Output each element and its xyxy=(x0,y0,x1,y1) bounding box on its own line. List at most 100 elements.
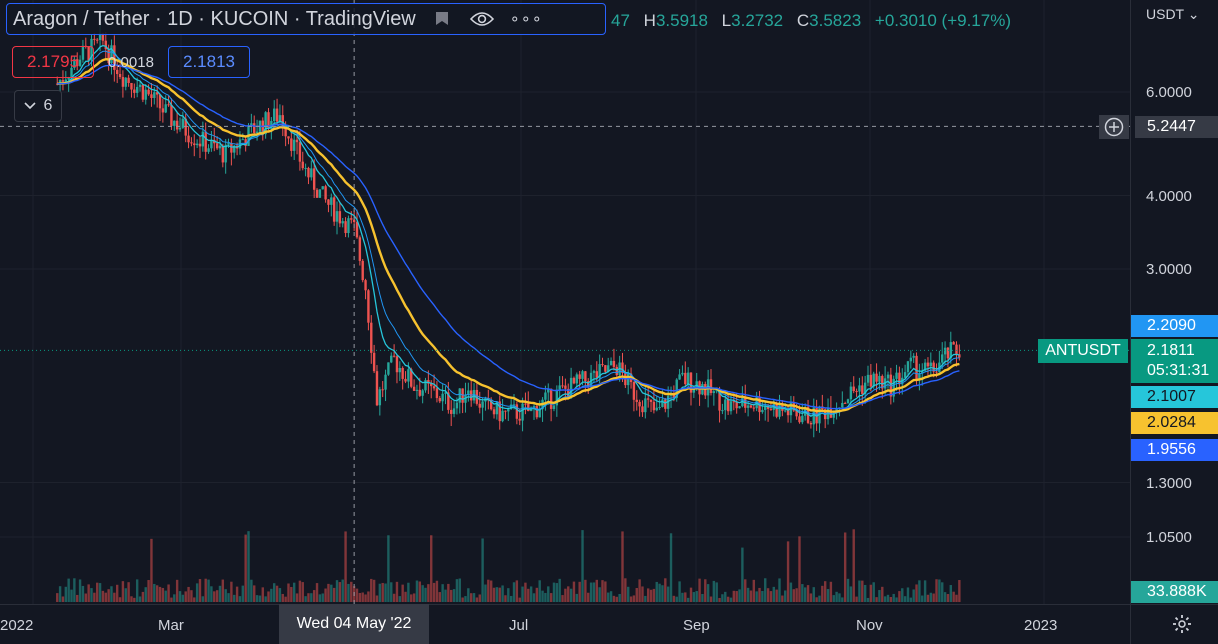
volume-bar xyxy=(410,594,413,602)
symbol-title[interactable]: Aragon / Tether · 1D · KUCOIN · TradingV… xyxy=(13,8,416,31)
volume-bar xyxy=(367,591,370,602)
volume-bar xyxy=(430,535,433,602)
candle-body xyxy=(652,401,656,411)
candle-body xyxy=(746,405,750,408)
volume-bar xyxy=(803,587,807,602)
volume-bar xyxy=(932,593,935,602)
indicators-collapse-button[interactable]: 6 xyxy=(14,90,62,122)
candle-body xyxy=(221,145,225,163)
volume-bar xyxy=(926,594,930,602)
volume-bar xyxy=(67,578,70,602)
indicator-value-blue[interactable]: 2.1813 xyxy=(168,46,250,78)
candle-body xyxy=(943,347,947,355)
volume-bar xyxy=(121,581,125,602)
volume-bar xyxy=(764,578,767,602)
volume-bar xyxy=(96,582,99,602)
volume-bar xyxy=(741,547,744,602)
candle-body xyxy=(347,218,350,234)
volume-bar xyxy=(555,583,559,602)
indicator-value-red[interactable]: 2.1795 xyxy=(12,46,94,78)
candle-body xyxy=(395,356,399,373)
volume-bar xyxy=(230,581,233,602)
candle-body xyxy=(858,385,861,392)
volume-bar xyxy=(407,582,410,602)
candle-body xyxy=(869,374,873,387)
volume-bar xyxy=(655,581,658,602)
volume-bar xyxy=(678,581,681,602)
candle-body xyxy=(181,118,185,128)
high-label: H xyxy=(643,11,656,30)
eye-icon[interactable] xyxy=(469,11,494,27)
volume-bar xyxy=(81,585,85,602)
symbol-legend[interactable]: Aragon / Tether · 1D · KUCOIN · TradingV… xyxy=(6,3,606,35)
last-price: 2.1811 xyxy=(1147,342,1195,359)
candle-body xyxy=(432,386,436,389)
volume-bar xyxy=(958,580,961,602)
volume-bar xyxy=(221,579,225,602)
volume-bar xyxy=(881,586,884,602)
price-chart[interactable] xyxy=(0,0,1218,644)
volume-bar xyxy=(578,581,581,602)
candle-body xyxy=(549,388,553,409)
volume-bar xyxy=(110,586,113,602)
volume-bar xyxy=(295,593,299,602)
candle-body xyxy=(909,357,913,362)
volume-bar xyxy=(544,592,547,602)
close-label: C xyxy=(796,11,810,30)
candle-body xyxy=(615,366,618,376)
volume-bar xyxy=(135,579,139,602)
time-tick: Nov xyxy=(856,617,883,634)
candle-body xyxy=(61,80,65,82)
candle-body xyxy=(275,108,279,122)
volume-bar xyxy=(883,596,887,602)
volume-bar xyxy=(90,588,93,602)
volume-bar xyxy=(915,584,918,602)
flag-icon[interactable] xyxy=(434,11,450,27)
volume-bar xyxy=(292,582,296,602)
ema-label-a: 2.2090 xyxy=(1131,315,1218,337)
volume-bar xyxy=(846,578,850,602)
candle-body xyxy=(521,403,524,421)
volume-bar xyxy=(258,595,262,602)
volume-bar xyxy=(861,580,864,602)
candle-body xyxy=(273,108,276,122)
volume-bar xyxy=(78,579,82,602)
open-value-tail: 47 xyxy=(611,11,630,30)
candle-body xyxy=(729,401,733,412)
volume-bar xyxy=(450,589,453,602)
candle-body xyxy=(412,386,416,391)
volume-bar xyxy=(658,583,661,602)
gear-icon[interactable] xyxy=(1172,614,1192,634)
candle-body xyxy=(135,86,139,93)
volume-bar xyxy=(652,588,656,602)
volume-bar xyxy=(104,592,107,602)
candle-body xyxy=(350,218,353,220)
candle-body xyxy=(332,197,336,222)
volume-bar xyxy=(664,578,667,602)
candle-body xyxy=(724,399,727,411)
candle-body xyxy=(955,344,958,355)
volume-bar xyxy=(161,587,165,602)
volume-bar xyxy=(384,583,387,602)
candle-body xyxy=(195,143,199,146)
volume-bar xyxy=(164,590,167,602)
volume-bar xyxy=(378,583,382,602)
more-icon[interactable]: ∘∘∘ xyxy=(510,9,543,29)
volume-bar xyxy=(56,593,59,602)
volume-bar xyxy=(158,586,162,602)
volume-bar xyxy=(529,586,533,602)
volume-bar xyxy=(781,595,784,602)
candle-body xyxy=(769,408,773,410)
volume-bar xyxy=(641,586,644,602)
candle-body xyxy=(358,237,362,261)
add-alert-button[interactable] xyxy=(1099,115,1129,139)
candle-body xyxy=(646,398,650,400)
candle-body xyxy=(352,219,356,223)
volume-bar xyxy=(290,587,293,602)
candle-body xyxy=(681,372,684,375)
volume-bar xyxy=(507,588,510,602)
volume-bar xyxy=(952,591,955,602)
volume-bar xyxy=(70,589,73,602)
candle-body xyxy=(241,139,245,141)
currency-selector[interactable]: USDT ⌄ xyxy=(1146,6,1199,23)
